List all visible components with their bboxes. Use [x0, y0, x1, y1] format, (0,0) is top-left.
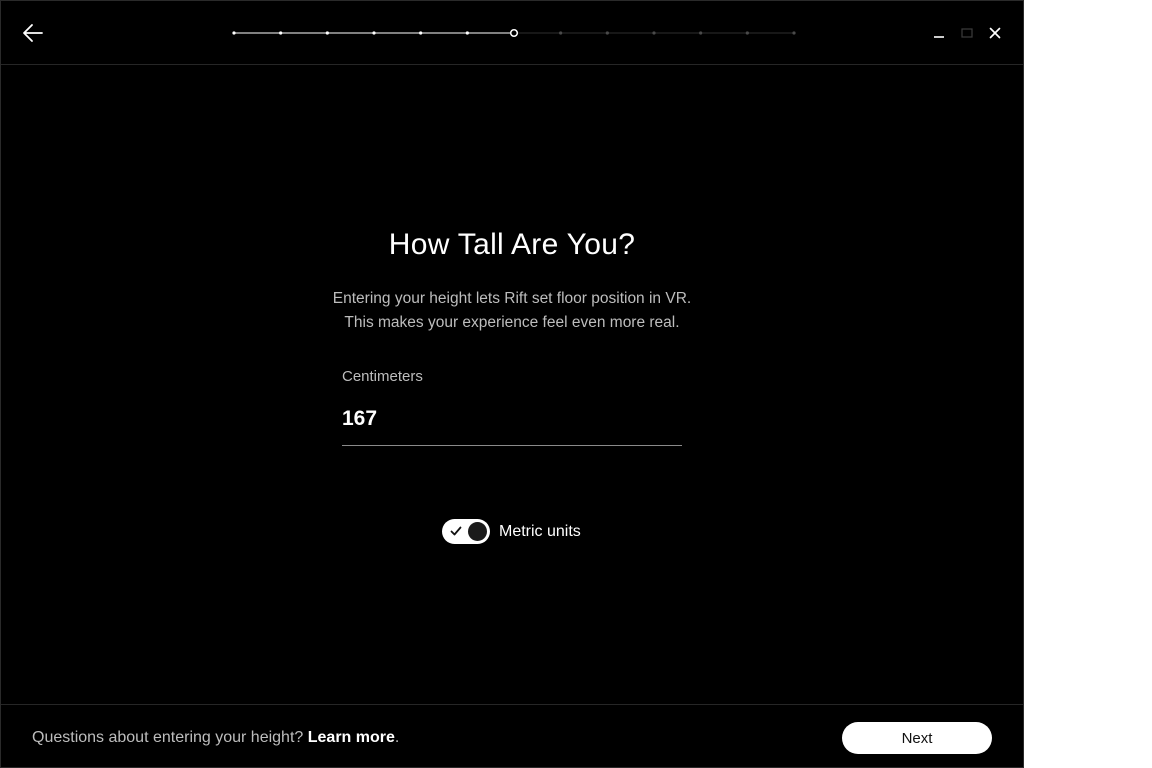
- metric-units-label: Metric units: [499, 522, 581, 540]
- progress-step-completed: [279, 31, 283, 35]
- app-window: How Tall Are You? Entering your height l…: [0, 0, 1024, 768]
- progress-step-completed: [372, 31, 376, 35]
- main-content: How Tall Are You? Entering your height l…: [1, 65, 1023, 704]
- checkmark-icon: [450, 526, 462, 536]
- top-bar: [1, 1, 1023, 65]
- window-controls: [925, 20, 1009, 46]
- minimize-icon: [934, 36, 944, 38]
- height-input[interactable]: [342, 401, 682, 446]
- setup-progress-indicator: [230, 28, 800, 38]
- description: Entering your height lets Rift set floor…: [1, 287, 1023, 335]
- description-line: This makes your experience feel even mor…: [344, 314, 680, 331]
- progress-step-completed: [419, 31, 423, 35]
- toggle-knob: [468, 522, 487, 541]
- arrow-left-icon: [23, 24, 43, 42]
- progress-step-upcoming: [745, 31, 749, 35]
- metric-units-toggle[interactable]: [442, 519, 490, 544]
- progress-step-upcoming: [559, 31, 563, 35]
- back-button[interactable]: [15, 15, 51, 51]
- height-field-label: Centimeters: [342, 368, 423, 385]
- description-line: Entering your height lets Rift set floor…: [332, 290, 692, 307]
- minimize-button[interactable]: [925, 20, 953, 46]
- footer-period: .: [394, 729, 400, 746]
- close-icon: [989, 27, 1001, 39]
- maximize-icon: [961, 28, 973, 38]
- progress-step-completed: [232, 31, 236, 35]
- close-button[interactable]: [981, 20, 1009, 46]
- page-title: How Tall Are You?: [388, 228, 636, 261]
- learn-more-link[interactable]: Learn more: [308, 729, 395, 746]
- next-button[interactable]: Next: [842, 722, 992, 754]
- progress-step-upcoming: [792, 31, 796, 35]
- metric-units-toggle-row: Metric units: [442, 519, 581, 544]
- footer-question: Questions about entering your height?: [32, 729, 308, 746]
- progress-step-current: [509, 28, 519, 38]
- footer: Questions about entering your height? Le…: [1, 704, 1023, 767]
- progress-step-upcoming: [605, 31, 609, 35]
- maximize-button[interactable]: [953, 20, 981, 46]
- progress-step-upcoming: [699, 31, 703, 35]
- height-field: Centimeters: [342, 368, 682, 446]
- progress-step-upcoming: [652, 31, 656, 35]
- progress-step-completed: [465, 31, 469, 35]
- footer-help-text: Questions about entering your height? Le…: [32, 729, 399, 747]
- progress-step-completed: [325, 31, 329, 35]
